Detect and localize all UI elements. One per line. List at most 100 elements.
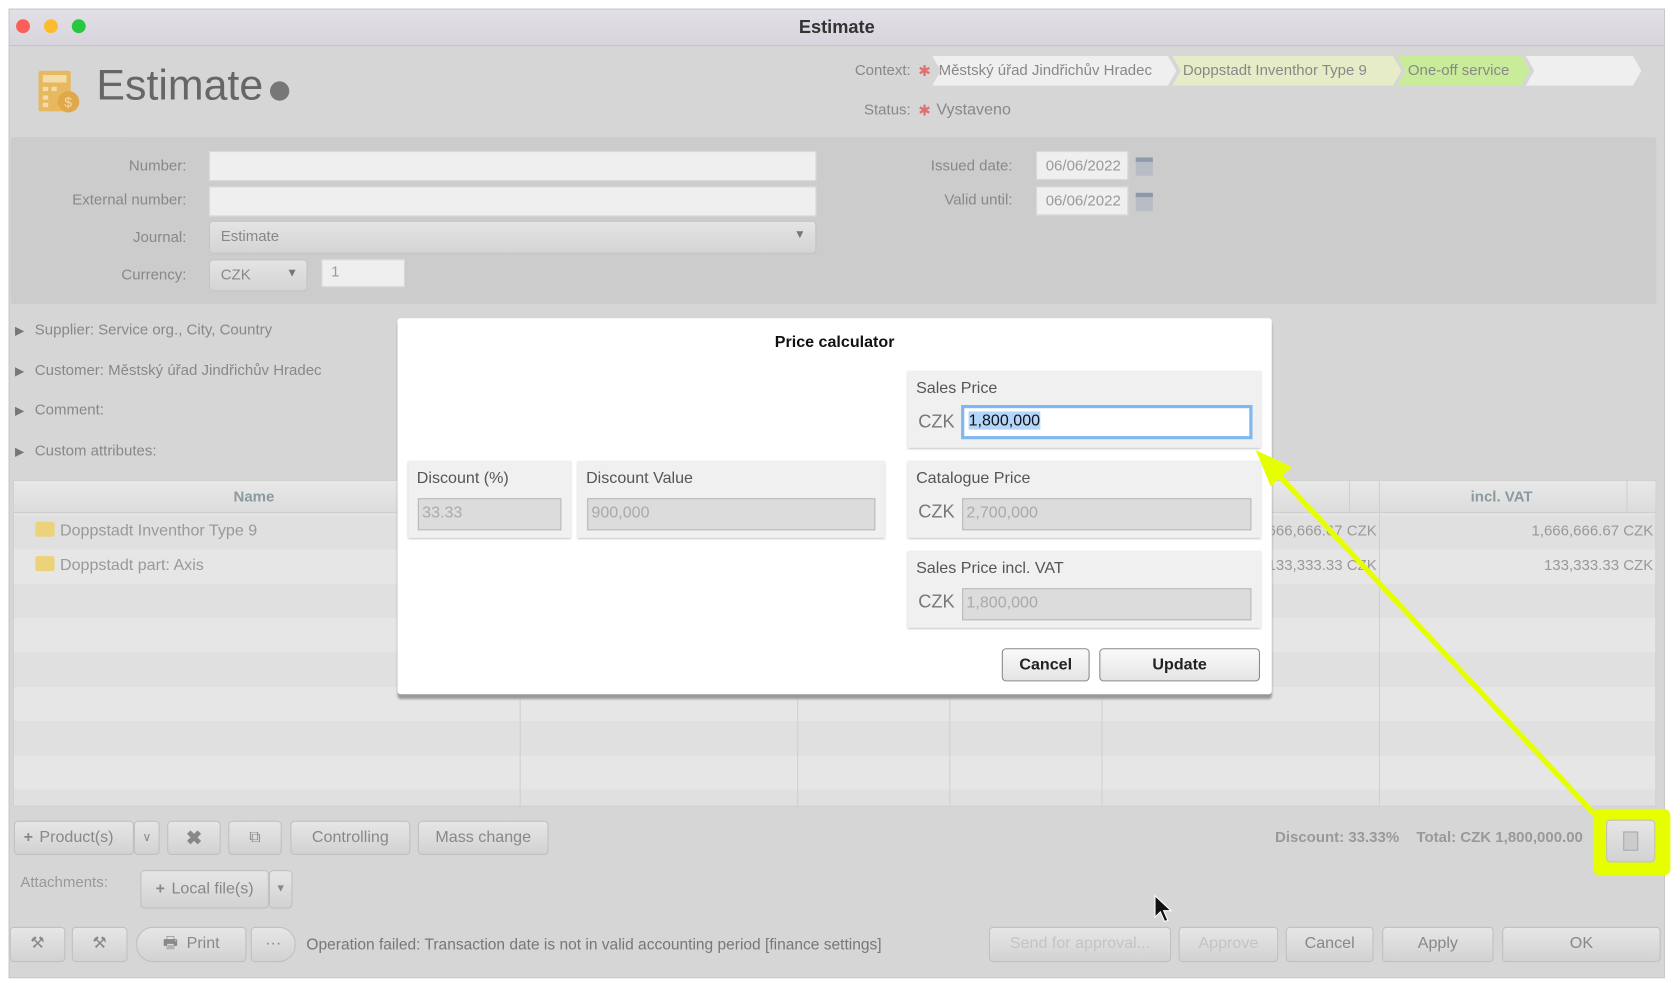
table-row-incl: 1,666,666.67 CZK [1531, 521, 1654, 539]
apply-button[interactable]: Apply [1382, 926, 1494, 963]
mouse-cursor-icon [1154, 894, 1173, 923]
cancel-button[interactable]: Cancel [1285, 926, 1374, 963]
sales-price-vat-group: Sales Price incl. VAT CZK 1,800,000 [907, 550, 1262, 628]
title-menu-icon[interactable] [270, 81, 290, 101]
folder-icon [35, 556, 55, 572]
table-row-incl: 133,333.33 CZK [1543, 556, 1654, 574]
table-row-name[interactable]: Doppstadt part: Axis [60, 556, 204, 574]
send-for-approval-button[interactable]: Send for approval... [988, 926, 1172, 963]
discount-value-input[interactable]: 900,000 [587, 498, 876, 531]
status-value[interactable]: Vystaveno [936, 101, 1010, 119]
mass-change-button[interactable]: Mass change [417, 820, 549, 856]
sales-price-label: Sales Price [916, 379, 998, 398]
discount-summary: Discount: 33.33% [1275, 828, 1400, 846]
expand-icon: ▶ [15, 405, 25, 418]
plus-icon: + [23, 828, 33, 847]
custom-attributes-section[interactable]: ▶ Custom attributes: [15, 441, 157, 458]
controlling-button[interactable]: Controlling [290, 820, 411, 856]
comment-section[interactable]: ▶ Comment: [15, 401, 104, 418]
calculator-icon: $ [38, 70, 80, 113]
product-dropdown-button[interactable]: ∨ [133, 820, 160, 856]
button-label: Print [186, 934, 220, 953]
table-row-name[interactable]: Doppstadt Inventhor Type 9 [60, 522, 257, 540]
discount-percent-input[interactable]: 33.33 [417, 498, 562, 531]
exchange-rate-input[interactable]: 1 [321, 259, 406, 288]
number-label: Number: [128, 156, 187, 174]
print-button[interactable]: 🖶 Print [136, 926, 247, 963]
sales-price-vat-input[interactable]: 1,800,000 [962, 588, 1252, 621]
customer-section[interactable]: ▶ Customer: Městský úřad Jindřichův Hrade… [15, 361, 322, 378]
issued-date-input[interactable]: 06/06/2022 [1036, 151, 1129, 181]
required-icon: ✱ [918, 101, 931, 119]
delete-icon[interactable]: ✖ [167, 820, 221, 856]
context-crumb[interactable]: Doppstadt Inventhor Type 9 [1172, 56, 1401, 86]
add-local-file-button[interactable]: + Local file(s) [140, 870, 269, 909]
approve-button[interactable]: Approve [1178, 926, 1279, 963]
journal-label: Journal: [133, 228, 187, 246]
section-label: Supplier: Service org., City, Country [34, 320, 273, 338]
expand-icon: ▶ [15, 365, 25, 379]
currency-label: CZK [918, 591, 955, 612]
context-label: Context: [854, 61, 911, 79]
more-button[interactable]: ··· [250, 926, 296, 963]
folder-icon [35, 521, 55, 537]
calendar-icon[interactable] [1135, 157, 1153, 176]
chevron-down-icon: ▼ [286, 266, 298, 280]
currency-value: CZK [220, 265, 251, 283]
discount-value-label: Discount Value [586, 469, 693, 488]
svg-text:$: $ [64, 94, 72, 110]
dialog-cancel-button[interactable]: Cancel [1001, 648, 1090, 682]
issued-date-label: Issued date: [930, 156, 1013, 174]
sales-price-group: Sales Price CZK 1,800,000 [907, 370, 1262, 448]
number-input[interactable] [208, 151, 817, 182]
column-header-incl-vat[interactable]: incl. VAT [1378, 488, 1626, 505]
selected-text: 1,800,000 [968, 411, 1041, 430]
price-calculator-dialog: Price calculator Sales Price CZK 1,800,0… [397, 318, 1272, 695]
section-label: Comment: [34, 400, 104, 418]
total-summary: Total: CZK 1,800,000.00 [1416, 828, 1583, 846]
button-label: Product(s) [39, 828, 114, 847]
sales-price-vat-label: Sales Price incl. VAT [916, 559, 1064, 578]
dialog-title: Price calculator [774, 333, 895, 352]
local-file-dropdown[interactable]: ▼ [268, 870, 293, 909]
supplier-section[interactable]: ▶ Supplier: Service org., City, Country [15, 320, 272, 337]
printer-icon: 🖶 [162, 934, 179, 953]
external-number-input[interactable] [208, 186, 817, 217]
currency-label: CZK [918, 411, 955, 432]
required-icon: ✱ [918, 62, 931, 80]
currency-label: CZK [918, 501, 955, 522]
status-message: Operation failed: Transaction date is no… [306, 936, 882, 954]
journal-select[interactable]: Estimate ▼ [208, 220, 817, 254]
context-crumb[interactable]: Městský úřad Jindřichův Hradec [932, 56, 1176, 86]
price-calculator-button[interactable] [1606, 819, 1656, 863]
window-title: Estimate [798, 17, 875, 38]
journal-value: Estimate [220, 227, 280, 245]
calendar-icon[interactable] [1135, 192, 1153, 212]
copy-icon[interactable]: ⧉ [228, 820, 282, 856]
valid-until-input[interactable]: 06/06/2022 [1036, 186, 1129, 216]
status-label: Status: [864, 100, 911, 118]
title-bar: Estimate [9, 9, 1664, 47]
plus-icon: + [155, 879, 166, 898]
currency-label: Currency: [121, 265, 187, 283]
context-crumb[interactable] [1526, 56, 1642, 86]
chevron-down-icon: ▼ [794, 228, 806, 242]
ok-button[interactable]: OK [1502, 926, 1661, 963]
catalogue-price-group: Catalogue Price CZK 2,700,000 [907, 460, 1262, 538]
valid-until-label: Valid until: [944, 190, 1013, 208]
expand-icon: ▶ [15, 324, 25, 338]
discount-value-group: Discount Value 900,000 [577, 460, 886, 538]
expand-icon: ▶ [15, 445, 25, 459]
dialog-update-button[interactable]: Update [1099, 648, 1261, 682]
currency-select[interactable]: CZK ▼ [208, 259, 308, 292]
catalogue-price-input[interactable]: 2,700,000 [962, 498, 1252, 531]
context-crumb[interactable]: One-off service [1397, 56, 1530, 86]
add-product-button[interactable]: + Product(s) [13, 820, 134, 856]
discount-percent-group: Discount (%) 33.33 [408, 460, 572, 538]
sales-price-input[interactable]: 1,800,000 [961, 405, 1253, 440]
section-label: Custom attributes: [34, 441, 157, 459]
tool-icon[interactable]: ⚒ [9, 926, 66, 963]
section-label: Customer: Městský úřad Jindřichův Hradec [34, 361, 322, 379]
button-label: Local file(s) [171, 879, 254, 898]
tool-icon[interactable]: ⚒ [71, 926, 128, 963]
